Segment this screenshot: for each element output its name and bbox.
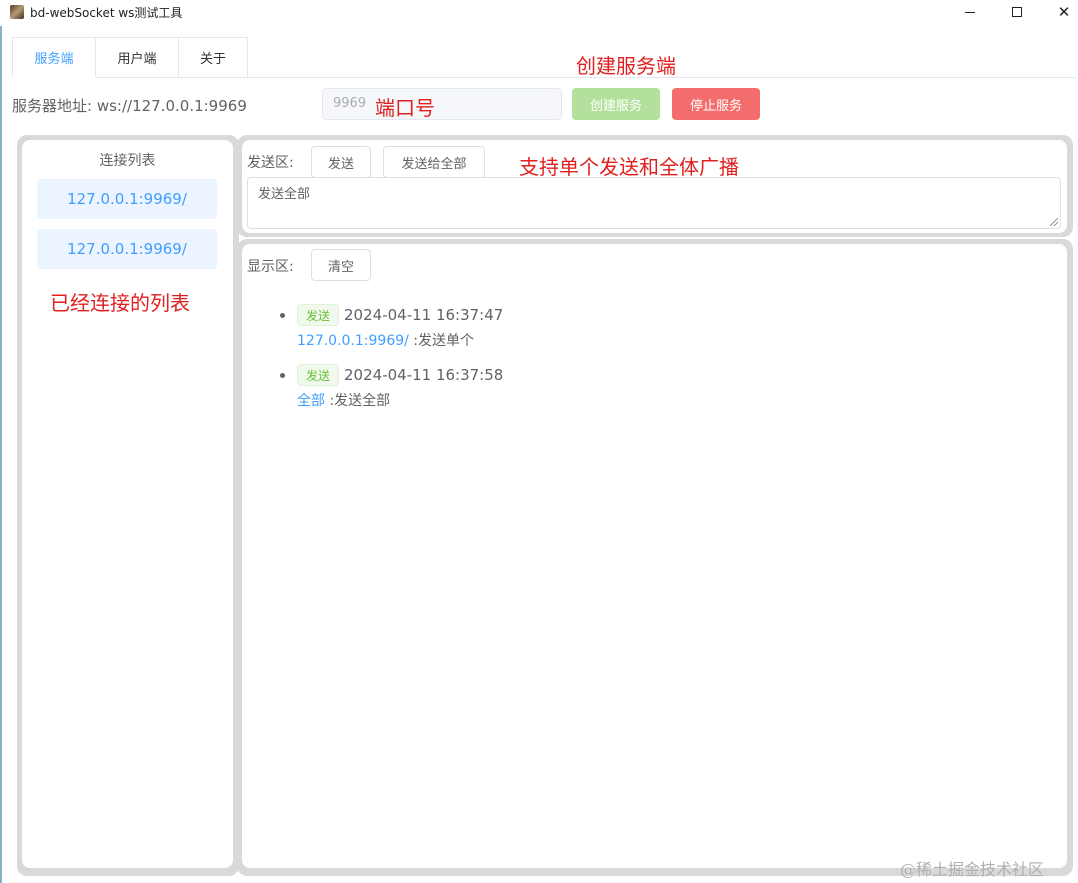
window-title: bd-webSocket ws测试工具 — [30, 6, 183, 20]
annotation-port: 端口号 — [375, 96, 435, 120]
message-target: 全部 — [297, 393, 325, 409]
stop-server-button[interactable]: 停止服务 — [672, 88, 760, 120]
annotation-create-server: 创建服务端 — [576, 54, 676, 78]
maximize-icon — [1012, 7, 1022, 17]
title-bar[interactable]: bd-webSocket ws测试工具 ✕ — [0, 0, 1078, 26]
send-button[interactable]: 发送 — [311, 146, 371, 178]
message-time: 2024-04-11 16:37:47 — [344, 306, 504, 324]
tab-server[interactable]: 服务端 — [12, 37, 96, 78]
annotation-connected-list: 已经连接的列表 — [50, 291, 190, 315]
message-text: :发送全部 — [325, 393, 391, 409]
connection-list-title: 连接列表 — [99, 153, 156, 169]
tab-bar: 服务端 用户端 关于 — [12, 37, 248, 78]
resize-grip-icon[interactable] — [1050, 218, 1058, 226]
bullet-icon — [280, 373, 285, 378]
tab-user[interactable]: 用户端 — [96, 37, 179, 78]
display-panel: 显示区: 清空 发送 2024-04-11 16:37:47 127.0.0.1… — [242, 244, 1067, 868]
message-text: :发送单个 — [408, 333, 475, 349]
status-badge: 发送 — [297, 364, 340, 386]
connection-item[interactable]: 127.0.0.1:9969/ — [37, 229, 217, 269]
list-item: 发送 2024-04-11 16:37:58 全部 :发送全部 — [280, 364, 504, 410]
annotation-broadcast: 支持单个发送和全体广播 — [519, 155, 739, 179]
bullet-icon — [280, 313, 285, 318]
app-icon — [10, 5, 24, 19]
message-target: 127.0.0.1:9969/ — [297, 333, 409, 349]
clear-button[interactable]: 清空 — [311, 249, 371, 281]
list-item: 发送 2024-04-11 16:37:47 127.0.0.1:9969/ :… — [280, 304, 504, 350]
connection-item[interactable]: 127.0.0.1:9969/ — [37, 179, 217, 219]
minimize-button[interactable] — [947, 0, 993, 24]
server-address-label: 服务器地址: ws://127.0.0.1:9969 — [12, 97, 247, 115]
tab-about[interactable]: 关于 — [179, 37, 248, 78]
create-server-button[interactable]: 创建服务 — [572, 88, 660, 120]
display-area-label: 显示区: — [247, 259, 294, 275]
close-button[interactable]: ✕ — [1041, 0, 1078, 24]
status-badge: 发送 — [297, 304, 340, 326]
message-textarea-value: 发送全部 — [258, 187, 311, 202]
close-icon: ✕ — [1057, 2, 1071, 21]
left-window-edge — [0, 26, 2, 883]
send-area-label: 发送区: — [247, 155, 294, 171]
watermark: @稀土掘金技术社区 — [900, 860, 1045, 879]
maximize-button[interactable] — [994, 0, 1040, 24]
message-time: 2024-04-11 16:37:58 — [344, 366, 504, 384]
message-textarea[interactable]: 发送全部 — [247, 177, 1061, 229]
send-all-button[interactable]: 发送给全部 — [383, 146, 485, 178]
connection-panel: 连接列表 127.0.0.1:9969/ 127.0.0.1:9969/ — [22, 140, 233, 868]
minimize-icon — [965, 11, 975, 13]
port-input[interactable]: 9969 — [322, 88, 562, 120]
